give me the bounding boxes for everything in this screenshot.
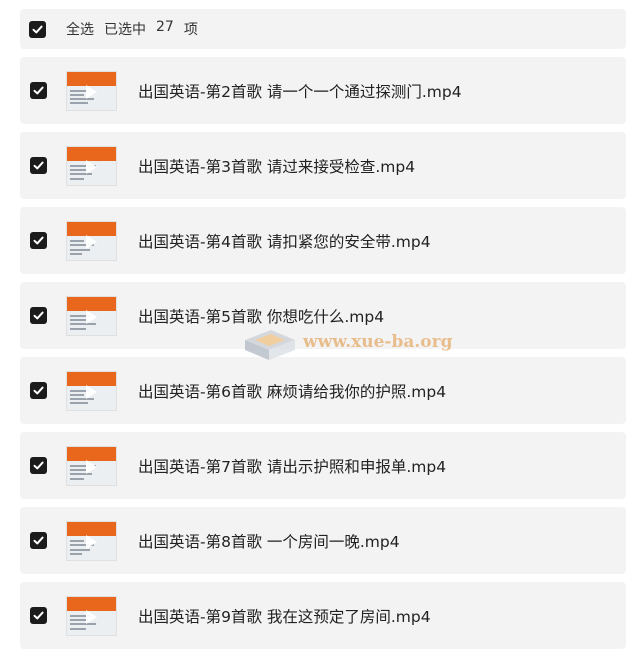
- selected-suffix: 项: [183, 22, 198, 38]
- select-all-checkbox[interactable]: [29, 20, 46, 38]
- file-list: 出国英语-第2首歌 请一个一个通过探测门.mp4 出国英语-第3首歌 请过来接受检…: [20, 57, 626, 657]
- checkmark-icon: [33, 86, 44, 95]
- video-thumbnail[interactable]: [66, 595, 117, 636]
- play-icon: [86, 384, 97, 399]
- checkmark-icon: [33, 311, 44, 320]
- file-row[interactable]: 出国英语-第5首歌 你想吃什么.mp4: [20, 282, 626, 349]
- play-icon: [86, 309, 97, 324]
- play-icon: [86, 159, 97, 174]
- selected-count: 27: [156, 19, 174, 35]
- file-row[interactable]: 出国英语-第3首歌 请过来接受检查.mp4: [20, 132, 626, 199]
- selection-summary: 全选 已选中 27 项: [66, 19, 198, 39]
- selected-prefix: 已选中: [104, 22, 146, 38]
- file-name[interactable]: 出国英语-第9首歌 我在这预定了房间.mp4: [138, 605, 431, 627]
- video-thumbnail[interactable]: [66, 445, 117, 486]
- file-checkbox[interactable]: [30, 82, 47, 99]
- file-checkbox[interactable]: [30, 607, 47, 624]
- video-thumbnail[interactable]: [66, 370, 117, 411]
- file-row[interactable]: 出国英语-第7首歌 请出示护照和申报单.mp4: [20, 432, 626, 499]
- file-row[interactable]: 出国英语-第6首歌 麻烦请给我你的护照.mp4: [20, 357, 626, 424]
- checkmark-icon: [33, 386, 44, 395]
- file-name[interactable]: 出国英语-第8首歌 一个房间一晚.mp4: [138, 530, 400, 552]
- checkmark-icon: [33, 161, 44, 170]
- select-all-label[interactable]: 全选: [66, 19, 94, 39]
- video-thumbnail[interactable]: [66, 70, 117, 111]
- file-name[interactable]: 出国英语-第5首歌 你想吃什么.mp4: [138, 305, 384, 327]
- file-row[interactable]: 出国英语-第9首歌 我在这预定了房间.mp4: [20, 582, 626, 649]
- file-name[interactable]: 出国英语-第6首歌 麻烦请给我你的护照.mp4: [138, 380, 446, 402]
- file-row[interactable]: 出国英语-第2首歌 请一个一个通过探测门.mp4: [20, 57, 626, 124]
- file-name[interactable]: 出国英语-第7首歌 请出示护照和申报单.mp4: [138, 455, 446, 477]
- play-icon: [86, 84, 97, 99]
- video-thumbnail[interactable]: [66, 295, 117, 336]
- file-checkbox[interactable]: [30, 307, 47, 324]
- video-thumbnail[interactable]: [66, 145, 117, 186]
- checkmark-icon: [33, 611, 44, 620]
- file-name[interactable]: 出国英语-第2首歌 请一个一个通过探测门.mp4: [138, 80, 462, 102]
- file-checkbox[interactable]: [30, 232, 47, 249]
- play-icon: [86, 234, 97, 249]
- file-row[interactable]: 出国英语-第4首歌 请扣紧您的安全带.mp4: [20, 207, 626, 274]
- checkmark-icon: [32, 25, 43, 33]
- checkmark-icon: [33, 236, 44, 245]
- checkmark-icon: [33, 536, 44, 545]
- file-checkbox[interactable]: [30, 157, 47, 174]
- file-checkbox[interactable]: [30, 382, 47, 399]
- file-name[interactable]: 出国英语-第3首歌 请过来接受检查.mp4: [138, 155, 415, 177]
- video-thumbnail[interactable]: [66, 520, 117, 561]
- file-checkbox[interactable]: [30, 532, 47, 549]
- video-thumbnail[interactable]: [66, 220, 117, 261]
- play-icon: [86, 534, 97, 549]
- select-all-bar: 全选 已选中 27 项: [20, 9, 626, 49]
- file-checkbox[interactable]: [30, 457, 47, 474]
- play-icon: [86, 459, 97, 474]
- file-name[interactable]: 出国英语-第4首歌 请扣紧您的安全带.mp4: [138, 230, 431, 252]
- file-row[interactable]: 出国英语-第8首歌 一个房间一晚.mp4: [20, 507, 626, 574]
- play-icon: [86, 609, 97, 624]
- checkmark-icon: [33, 461, 44, 470]
